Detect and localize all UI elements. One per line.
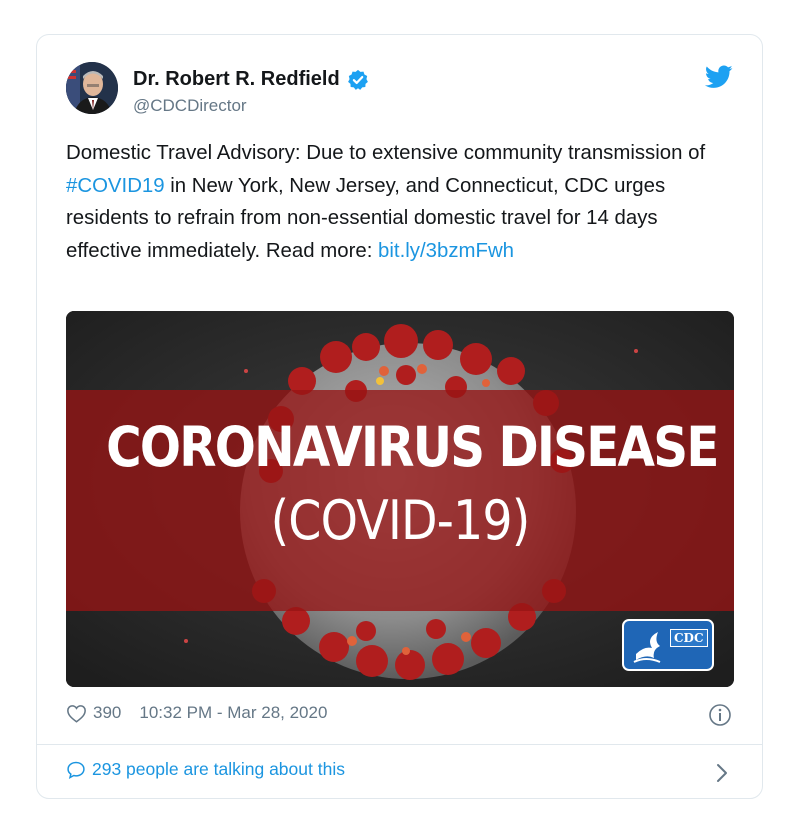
- conversation-link[interactable]: 293 people are talking about this: [66, 759, 345, 780]
- speech-bubble-icon: [67, 761, 85, 779]
- author-name[interactable]: Dr. Robert R. Redfield: [133, 68, 340, 91]
- avatar[interactable]: [66, 62, 118, 114]
- talking-label: 293 people are talking about this: [92, 759, 345, 779]
- media-title: CORONAVIRUS DISEASE 2019: [106, 415, 734, 479]
- read-more-link[interactable]: bit.ly/3bzmFwh: [378, 240, 514, 262]
- hhs-eagle-icon: [633, 632, 661, 663]
- author-name-row: Dr. Robert R. Redfield: [133, 68, 369, 91]
- info-icon[interactable]: [708, 703, 732, 727]
- tweet-timestamp[interactable]: 10:32 PM - Mar 28, 2020: [139, 703, 327, 723]
- cdc-logo-text: CDC: [670, 629, 708, 647]
- tweet-media-image[interactable]: CORONAVIRUS DISEASE 2019 (COVID-19) CDC: [66, 311, 734, 687]
- divider: [37, 744, 762, 745]
- chevron-right-icon[interactable]: [715, 763, 729, 783]
- hashtag-link[interactable]: #COVID19: [66, 175, 165, 197]
- tweet-text-part1: Domestic Travel Advisory: Due to extensi…: [66, 142, 706, 164]
- avatar-image: [66, 62, 118, 114]
- embedded-tweet-card: Dr. Robert R. Redfield @CDCDirector Dome…: [36, 34, 763, 799]
- cdc-logo: CDC: [622, 619, 714, 671]
- tweet-text: Domestic Travel Advisory: Due to extensi…: [66, 137, 738, 267]
- media-subtitle: (COVID-19): [270, 489, 531, 552]
- heart-icon[interactable]: [66, 704, 87, 723]
- verified-badge-icon: [347, 69, 368, 90]
- tweet-meta: 390 10:32 PM - Mar 28, 2020: [66, 703, 327, 723]
- twitter-bird-icon[interactable]: [705, 65, 733, 89]
- like-count[interactable]: 390: [93, 703, 121, 723]
- author-handle[interactable]: @CDCDirector: [133, 96, 247, 116]
